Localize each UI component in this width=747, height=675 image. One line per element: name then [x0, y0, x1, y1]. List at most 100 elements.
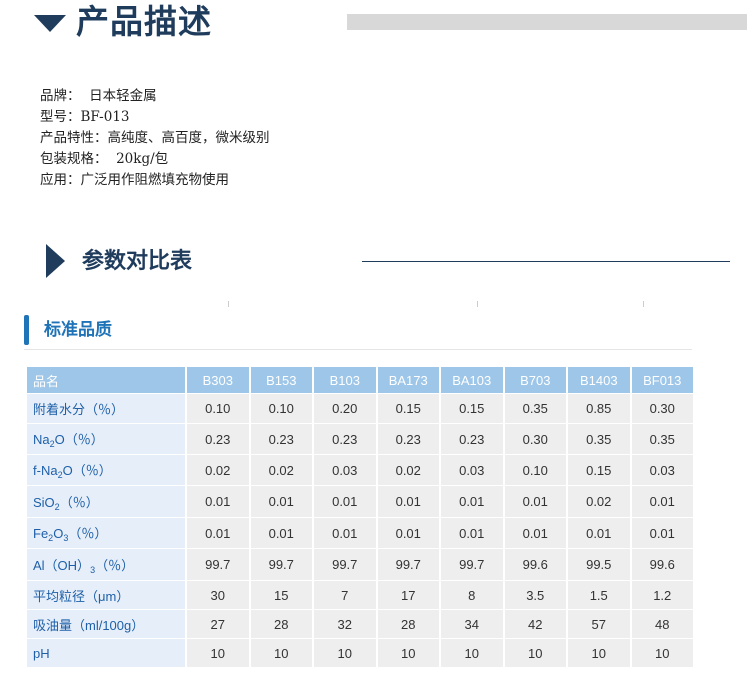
table-cell: 1.5 [568, 581, 630, 609]
table-cell: 0.30 [631, 394, 693, 423]
row-label: Fe2O3（％） [27, 518, 185, 548]
header-name-column: 品名 [27, 367, 185, 393]
divider-tick [477, 301, 478, 307]
table-cell: 99.7 [377, 549, 439, 580]
table-cell: 8 [441, 581, 503, 609]
table-cell: 0.01 [631, 486, 693, 517]
table-cell: 0.01 [314, 486, 376, 517]
header-grade-ba173: BA173 [377, 367, 439, 393]
table-cell: 10 [250, 639, 312, 667]
desc-line-packaging: 包装规格： 20kg/包 [40, 151, 169, 167]
table-cell: 0.23 [441, 424, 503, 454]
section-arrow-down-icon [34, 15, 66, 32]
desc-line-brand: 品牌： 日本轻金属 [40, 88, 157, 104]
table-cell: 0.03 [314, 455, 376, 485]
table-cell: 0.03 [631, 455, 693, 485]
table-cell: 0.35 [568, 424, 630, 454]
table-cell: 57 [568, 610, 630, 638]
row-label: f-Na2O（％） [27, 455, 185, 485]
table-cell: 10 [377, 639, 439, 667]
table-cell: 0.23 [377, 424, 439, 454]
table-cell: 10 [441, 639, 503, 667]
table-cell: 0.23 [187, 424, 249, 454]
table-cell: 0.15 [568, 455, 630, 485]
table-cell: 0.10 [250, 394, 312, 423]
table-cell: 99.7 [187, 549, 249, 580]
divider-tick [643, 301, 644, 307]
table-cell: 99.6 [631, 549, 693, 580]
header-grade-ba103: BA103 [441, 367, 503, 393]
table-cell: 28 [250, 610, 312, 638]
table-cell: 0.35 [631, 424, 693, 454]
row-label: 附着水分（％） [27, 394, 185, 423]
table-cell: 99.7 [314, 549, 376, 580]
table-cell: 7 [314, 581, 376, 609]
subsection-accent-bar [24, 315, 29, 345]
row-label: SiO2（％） [27, 486, 185, 517]
header-grade-bf013: BF013 [631, 367, 693, 393]
table-cell: 0.01 [314, 518, 376, 548]
table-cell: 1.2 [631, 581, 693, 609]
table-row: 平均粒径（μm） 30 15 7 17 8 3.5 1.5 1.2 [27, 581, 693, 609]
table-cell: 0.30 [504, 424, 566, 454]
table-cell: 0.01 [187, 486, 249, 517]
row-label: 吸油量（ml/100g） [27, 610, 185, 638]
table-cell: 0.01 [250, 486, 312, 517]
subsection-title-standard-quality: 标准品质 [44, 320, 112, 340]
table-cell: 0.01 [441, 518, 503, 548]
table-row: SiO2（％） 0.01 0.01 0.01 0.01 0.01 0.01 0.02 0.01 [27, 486, 693, 517]
table-row: 附着水分（％） 0.10 0.10 0.20 0.15 0.15 0.35 0.85 0.30 [27, 394, 693, 423]
product-description: 品牌： 日本轻金属 型号：BF-013 产品特性：高纯度、高百度，微米级别 包装… [40, 86, 270, 191]
table-cell: 0.01 [568, 518, 630, 548]
table-cell: 10 [187, 639, 249, 667]
table-cell: 32 [314, 610, 376, 638]
desc-line-application: 应用：广泛用作阻燃填充物使用 [40, 172, 229, 188]
table-cell: 0.02 [568, 486, 630, 517]
table-cell: 0.03 [441, 455, 503, 485]
table-row: Fe2O3（％） 0.01 0.01 0.01 0.01 0.01 0.01 0.01 0.01 [27, 518, 693, 548]
table-cell: 0.15 [441, 394, 503, 423]
header-grade-b103: B103 [314, 367, 376, 393]
table-cell: 99.6 [504, 549, 566, 580]
section-arrow-right-icon [46, 244, 65, 278]
table-cell: 0.01 [504, 518, 566, 548]
table-cell: 0.35 [504, 394, 566, 423]
subsection-divider [24, 349, 692, 350]
table-cell: 30 [187, 581, 249, 609]
table-cell: 99.5 [568, 549, 630, 580]
table-cell: 28 [377, 610, 439, 638]
table-cell: 0.23 [314, 424, 376, 454]
header-grade-b153: B153 [250, 367, 312, 393]
table-cell: 10 [314, 639, 376, 667]
title-decoration-line [362, 261, 730, 262]
table-cell: 99.7 [441, 549, 503, 580]
row-label: pH [27, 639, 185, 667]
table-cell: 0.85 [568, 394, 630, 423]
section-title-comparison: 参数对比表 [82, 249, 193, 274]
title-decoration-bar [347, 14, 747, 30]
table-row: Na2O（％） 0.23 0.23 0.23 0.23 0.23 0.30 0.35 0.35 [27, 424, 693, 454]
table-cell: 10 [568, 639, 630, 667]
table-cell: 34 [441, 610, 503, 638]
row-label: 平均粒径（μm） [27, 581, 185, 609]
row-label: Al（OH）3（％） [27, 549, 185, 580]
table-row: pH 10 10 10 10 10 10 10 10 [27, 639, 693, 667]
table-cell: 0.10 [187, 394, 249, 423]
table-header-row: 品名 B303 B153 B103 BA173 BA103 B703 B1403 BF013 [27, 367, 693, 393]
section-title-product-description: 产品描述 [76, 2, 212, 41]
table-cell: 99.7 [250, 549, 312, 580]
table-cell: 10 [631, 639, 693, 667]
table-cell: 0.01 [504, 486, 566, 517]
table-cell: 27 [187, 610, 249, 638]
table-cell: 0.02 [250, 455, 312, 485]
desc-line-model: 型号：BF-013 [40, 109, 130, 125]
table-cell: 48 [631, 610, 693, 638]
table-cell: 0.15 [377, 394, 439, 423]
table-cell: 0.02 [187, 455, 249, 485]
table-cell: 0.01 [377, 486, 439, 517]
spec-comparison-table: 品名 B303 B153 B103 BA173 BA103 B703 B1403 BF013 附… [25, 366, 695, 668]
divider-tick [228, 301, 229, 307]
header-grade-b1403: B1403 [568, 367, 630, 393]
table-cell: 0.01 [250, 518, 312, 548]
table-cell: 0.01 [377, 518, 439, 548]
